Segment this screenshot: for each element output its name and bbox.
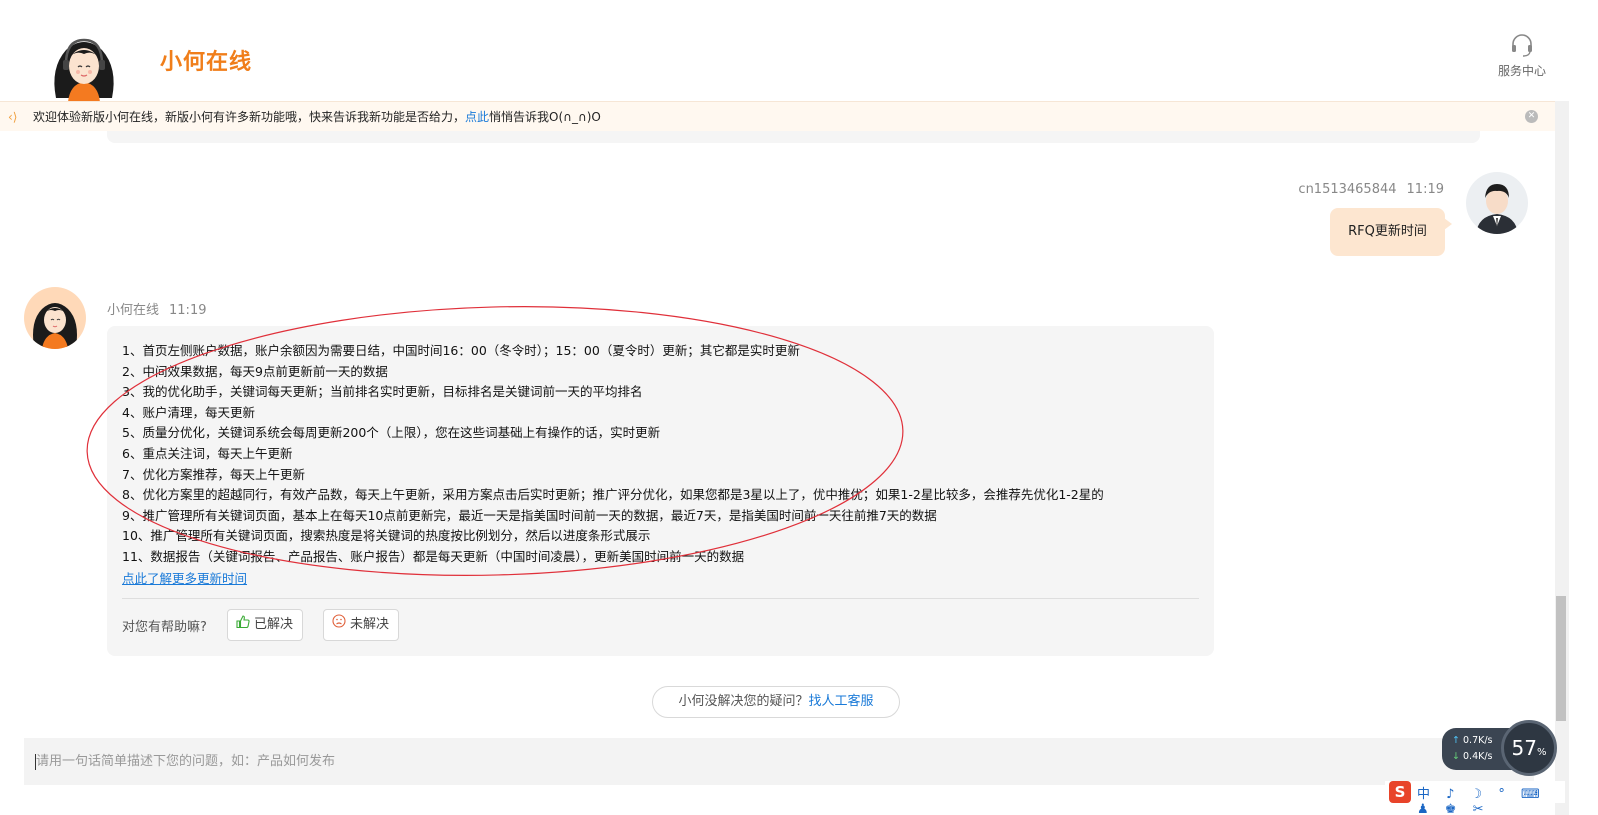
answer-line: 2、中间效果数据，每天9点前更新前一天的数据 <box>122 363 388 379</box>
text-cursor <box>35 754 36 770</box>
more-update-times-link[interactable]: 点此了解更多更新时间 <box>122 568 247 587</box>
human-service-pill: 小何没解决您的疑问？找人工客服 <box>652 686 900 718</box>
download-unit: K/s <box>1478 751 1493 762</box>
service-center-label: 服务中心 <box>1497 64 1546 78</box>
divider <box>122 598 1199 599</box>
sad-face-icon <box>332 610 346 640</box>
download-speed: 0.4 <box>1463 751 1479 762</box>
unresolved-button[interactable]: 未解决 <box>323 609 400 641</box>
window-edge <box>1569 0 1598 815</box>
answer-list: 1、首页左侧账户数据，账户余额因为需要日结，中国时间16：00（冬令时）；15：… <box>122 341 1202 568</box>
answer-line: 10、推广管理所有关键词页面，搜索热度是将关键词的热度按比例划分，然后以进度条形… <box>122 528 651 544</box>
previous-message-bubble <box>107 131 1480 143</box>
bot-message-bubble: 1、首页左侧账户数据，账户余额因为需要日结，中国时间16：00（冬令时）；15：… <box>107 326 1214 656</box>
ime-toolbar[interactable]: S 中 ♪ ☽ ° ⌨ ♟ ♚ ✂ <box>1385 781 1565 815</box>
header: 小何在线 服务中心 <box>0 0 1555 102</box>
answer-line: 4、账户清理，每天更新 <box>122 404 255 420</box>
resolved-button[interactable]: 已解决 <box>227 609 304 641</box>
bot-message-time: 11:19 <box>169 303 207 318</box>
memory-gauge[interactable]: 57% <box>1501 720 1557 776</box>
notice-bar: ‹⟩ 欢迎体验新版小何在线，新版小何有许多新功能哦，快来告诉我新功能是否给力，点… <box>0 101 1555 131</box>
resolved-label: 已解决 <box>254 617 294 632</box>
upload-speed: 0.7 <box>1463 735 1479 746</box>
answer-line: 6、重点关注词，每天上午更新 <box>122 445 293 461</box>
bot-message-meta: 小何在线 11:19 <box>107 299 206 318</box>
headset-icon <box>1512 34 1532 57</box>
ime-toolbar-items[interactable]: 中 ♪ ☽ ° ⌨ ♟ ♚ ✂ <box>1417 783 1565 815</box>
user-message-bubble: RFQ更新时间 <box>1330 208 1452 256</box>
bot-name: 小何在线 <box>107 303 160 318</box>
scrollbar-thumb[interactable] <box>1556 596 1566 721</box>
human-service-text: 小何没解决您的疑问？ <box>678 694 809 709</box>
answer-line: 11、数据报告（关键词报告、产品报告、账户报告）都是每天更新（中国时间凌晨），更… <box>122 548 745 564</box>
megaphone-icon: ‹⟩ <box>8 110 18 124</box>
notice-text-after: 悄悄告诉我O(∩_∩)O <box>489 110 601 124</box>
sogou-logo-icon[interactable]: S <box>1389 781 1411 803</box>
gauge-percent: 57 <box>1511 736 1537 760</box>
notice-link[interactable]: 点此 <box>465 110 489 124</box>
user-message-meta: cn1513465844 11:19 <box>1288 182 1444 197</box>
answer-line: 1、首页左侧账户数据，账户余额因为需要日结，中国时间16：00（冬令时）；15：… <box>122 343 800 358</box>
brand-title: 小何在线 <box>160 50 253 75</box>
bot-avatar <box>24 287 86 349</box>
answer-line: 5、质量分优化，关键词系统会每周更新200个（上限），您在这些词基础上有操作的话… <box>122 425 661 441</box>
upload-arrow-icon: ↑ <box>1452 735 1460 746</box>
user-message-time: 11:19 <box>1406 182 1444 197</box>
helpful-question: 对您有帮助嘛? <box>122 620 207 635</box>
gauge-percent-sign: % <box>1536 747 1547 758</box>
thumbs-up-icon <box>236 610 250 640</box>
human-service-link[interactable]: 找人工客服 <box>809 694 874 709</box>
download-arrow-icon: ↓ <box>1452 751 1460 762</box>
user-avatar <box>1466 172 1528 234</box>
close-icon[interactable]: ✕ <box>1525 110 1538 123</box>
user-name: cn1513465844 <box>1298 182 1397 197</box>
answer-line: 9、推广管理所有关键词页面，基本上在每天10点前更新完，最近一天是指美国时间前一… <box>122 507 937 523</box>
upload-unit: K/s <box>1478 735 1493 746</box>
service-center-button[interactable]: 服务中心 <box>1494 32 1550 79</box>
unresolved-label: 未解决 <box>350 617 390 632</box>
question-input[interactable] <box>24 738 1534 785</box>
answer-line: 8、优化方案里的超越同行，有效产品数，每天上午更新，采用方案点击后实时更新；推广… <box>122 487 1104 503</box>
notice-text: 欢迎体验新版小何在线，新版小何有许多新功能哦，快来告诉我新功能是否给力， <box>33 110 466 124</box>
assistant-logo-avatar <box>46 28 122 102</box>
answer-line: 7、优化方案推荐，每天上午更新 <box>122 466 305 482</box>
answer-line: 3、我的优化助手，关键词每天更新；当前排名实时更新，目标排名是关键词前一天的平均… <box>122 384 643 400</box>
